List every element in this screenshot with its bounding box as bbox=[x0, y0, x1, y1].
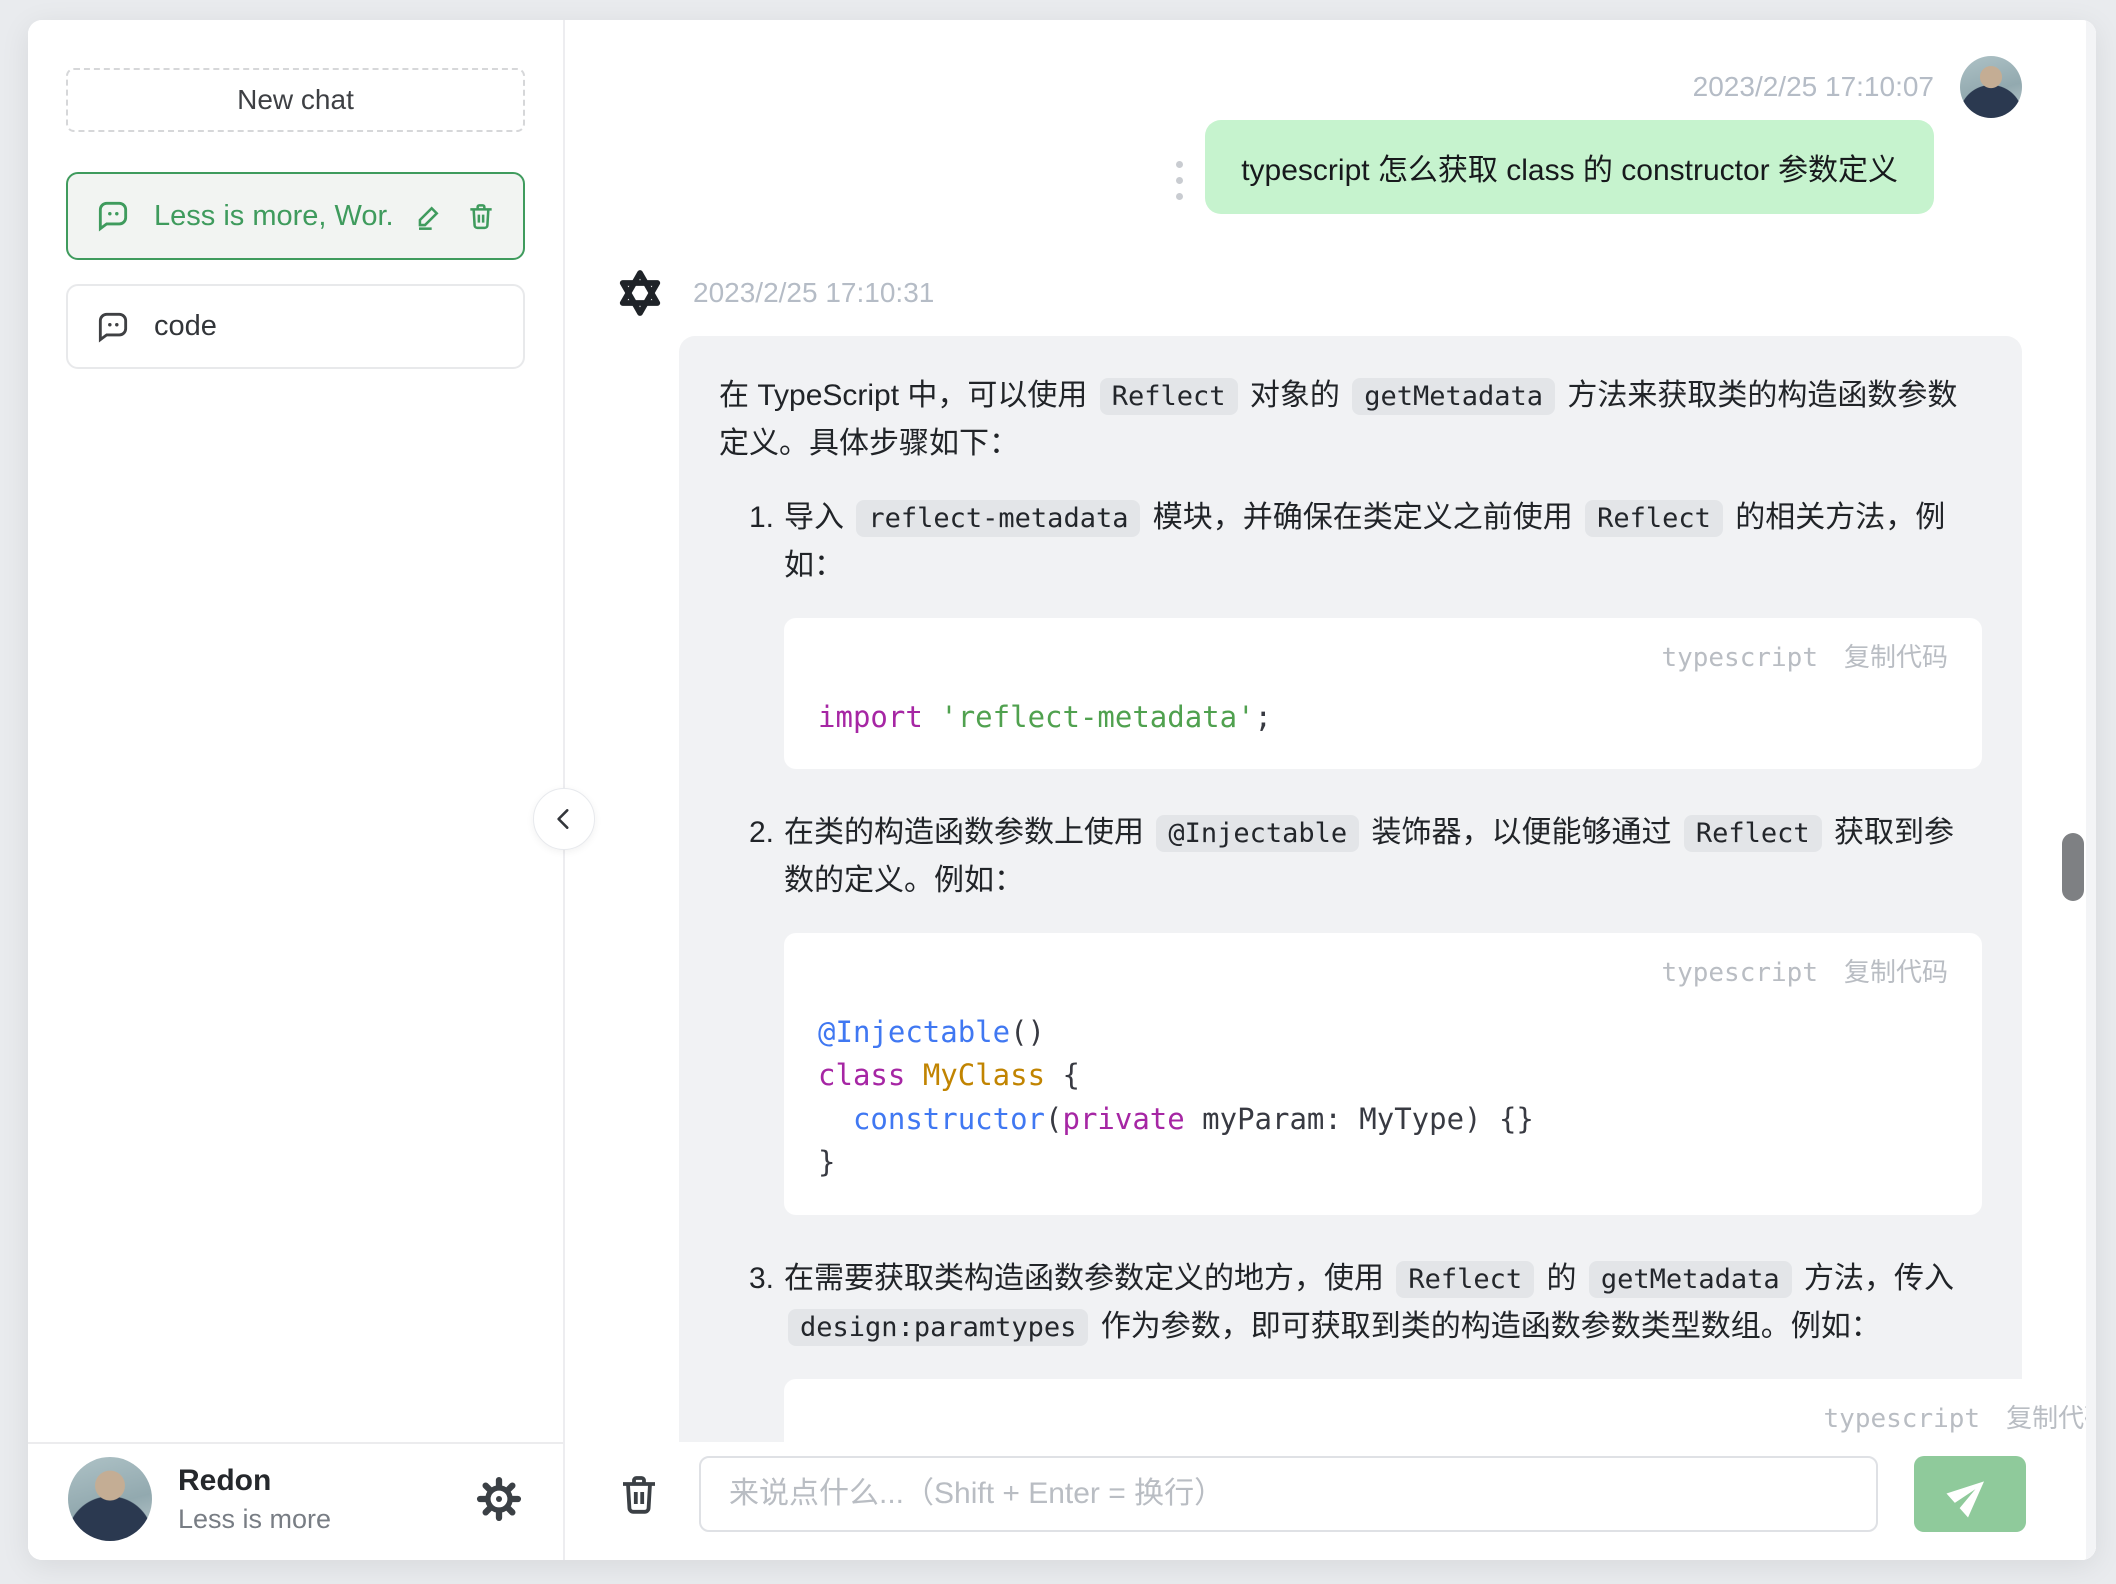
scrollbar-thumb[interactable] bbox=[2062, 833, 2084, 901]
code-block-header: typescript 复制代码 bbox=[818, 1399, 2096, 1441]
message-timestamp: 2023/2/25 17:10:31 bbox=[693, 277, 934, 309]
copy-code-button[interactable]: 复制代码 bbox=[1844, 638, 1948, 680]
chevron-left-icon bbox=[551, 806, 577, 832]
list-item-body: 导入 reflect-metadata 模块，并确保在类定义之前使用 Refle… bbox=[784, 494, 1982, 783]
user-avatar bbox=[68, 1457, 152, 1541]
scrollbar-track[interactable] bbox=[2086, 20, 2096, 1560]
app-window: New chat Less is more, Wor... bbox=[28, 20, 2096, 1560]
user-message: 2023/2/25 17:10:07 typescript 怎么获取 class… bbox=[609, 56, 2022, 214]
composer-bar bbox=[565, 1442, 2096, 1560]
text-segment: 在需要获取类构造函数参数定义的地方，使用 bbox=[784, 1262, 1392, 1295]
rich-text: 在需要获取类构造函数参数定义的地方，使用 Reflect 的 getMetada… bbox=[784, 1255, 2096, 1351]
chat-title: code bbox=[154, 310, 497, 343]
code-content: @Injectable()class MyClass { constructor… bbox=[818, 1011, 1948, 1185]
inline-code: @Injectable bbox=[1156, 815, 1359, 852]
inline-code: Reflect bbox=[1684, 815, 1822, 852]
list-item-body: 在类的构造函数参数上使用 @Injectable 装饰器，以便能够通过 Refl… bbox=[784, 809, 1982, 1229]
text-segment: 模块，并确保在类定义之前使用 bbox=[1144, 501, 1581, 534]
collapse-sidebar-button[interactable] bbox=[533, 788, 595, 850]
code-line: class MyClass { bbox=[818, 1054, 1948, 1098]
copy-code-button[interactable]: 复制代码 bbox=[2006, 1399, 2096, 1441]
text-segment: 对象的 bbox=[1242, 379, 1349, 412]
rich-text: 在 TypeScript 中，可以使用 Reflect 对象的 getMetad… bbox=[719, 372, 1982, 468]
chat-panel: 2023/2/25 17:10:07 typescript 怎么获取 class… bbox=[565, 20, 2096, 1560]
code-line: @Injectable() bbox=[818, 1011, 1948, 1055]
sidebar-item-chat-1[interactable]: Less is more, Wor... bbox=[66, 172, 525, 260]
code-line: } bbox=[818, 1141, 1948, 1185]
rich-text: 导入 reflect-metadata 模块，并确保在类定义之前使用 Refle… bbox=[784, 494, 1982, 590]
settings-button[interactable] bbox=[475, 1475, 523, 1523]
gear-icon bbox=[475, 1475, 523, 1523]
code-block-header: typescript 复制代码 bbox=[818, 638, 1948, 680]
list-item: 1.导入 reflect-metadata 模块，并确保在类定义之前使用 Ref… bbox=[749, 494, 1982, 783]
list-item: 2.在类的构造函数参数上使用 @Injectable 装饰器，以便能够通过 Re… bbox=[749, 809, 1982, 1229]
inline-code: Reflect bbox=[1585, 500, 1723, 537]
text-segment: 作为参数，即可获取到类的构造函数参数类型数组。例如： bbox=[1092, 1310, 1880, 1343]
code-line: constructor(private myParam: MyType) {} bbox=[818, 1098, 1948, 1142]
code-language-label: typescript bbox=[1824, 1399, 1981, 1441]
trash-icon bbox=[615, 1470, 663, 1518]
chat-bubble-icon bbox=[94, 197, 132, 235]
inline-code: design:paramtypes bbox=[788, 1309, 1088, 1346]
code-language-label: typescript bbox=[1661, 953, 1818, 995]
list-item-number: 1. bbox=[749, 494, 774, 783]
assistant-message-bubble: 在 TypeScript 中，可以使用 Reflect 对象的 getMetad… bbox=[679, 336, 2022, 1560]
sidebar-user-panel: Redon Less is more bbox=[28, 1442, 563, 1560]
rich-text: 在类的构造函数参数上使用 @Injectable 装饰器，以便能够通过 Refl… bbox=[784, 809, 1982, 905]
new-chat-button[interactable]: New chat bbox=[66, 68, 525, 132]
user-avatar bbox=[1960, 56, 2022, 118]
inline-code: Reflect bbox=[1396, 1261, 1534, 1298]
code-language-label: typescript bbox=[1661, 638, 1818, 680]
code-line: import 'reflect-metadata'; bbox=[818, 696, 1948, 740]
user-subtitle: Less is more bbox=[178, 1504, 331, 1535]
message-menu-button[interactable] bbox=[1176, 161, 1183, 200]
clear-chat-button[interactable] bbox=[615, 1470, 663, 1518]
send-button[interactable] bbox=[1914, 1456, 2026, 1532]
text-segment: 在 TypeScript 中，可以使用 bbox=[719, 379, 1096, 412]
delete-chat-icon[interactable] bbox=[465, 200, 497, 232]
assistant-message: 2023/2/25 17:10:31 在 TypeScript 中，可以使用 R… bbox=[609, 262, 2022, 1560]
inline-code: reflect-metadata bbox=[856, 500, 1140, 537]
code-block-header: typescript 复制代码 bbox=[818, 953, 1948, 995]
text-segment: 导入 bbox=[784, 501, 852, 534]
sidebar: New chat Less is more, Wor... bbox=[28, 20, 565, 1560]
inline-code: Reflect bbox=[1100, 378, 1238, 415]
code-block: typescript 复制代码 @Injectable()class MyClass… bbox=[784, 933, 1982, 1215]
code-block: typescript 复制代码 import 'reflect-metadata'; bbox=[784, 618, 1982, 769]
text-segment: 方法，传入 bbox=[1796, 1262, 1954, 1295]
list-item-number: 2. bbox=[749, 809, 774, 1229]
inline-code: getMetadata bbox=[1589, 1261, 1792, 1298]
message-input[interactable] bbox=[699, 1456, 1878, 1532]
edit-chat-icon[interactable] bbox=[413, 200, 445, 232]
user-message-bubble: typescript 怎么获取 class 的 constructor 参数定义 bbox=[1205, 120, 1934, 214]
inline-code: getMetadata bbox=[1352, 378, 1555, 415]
text-segment: 装饰器，以便能够通过 bbox=[1363, 816, 1680, 849]
message-timestamp: 2023/2/25 17:10:07 bbox=[1693, 71, 1934, 103]
text-segment: 在类的构造函数参数上使用 bbox=[784, 816, 1152, 849]
paper-plane-icon bbox=[1940, 1464, 1999, 1523]
paragraph: 在 TypeScript 中，可以使用 Reflect 对象的 getMetad… bbox=[719, 372, 1982, 468]
text-segment: 的 bbox=[1538, 1262, 1585, 1295]
code-content: import 'reflect-metadata'; bbox=[818, 696, 1948, 740]
sidebar-item-chat-2[interactable]: code bbox=[66, 284, 525, 369]
copy-code-button[interactable]: 复制代码 bbox=[1844, 953, 1948, 995]
chat-bubble-icon bbox=[94, 308, 132, 346]
openai-logo-icon bbox=[609, 262, 671, 324]
message-list: 2023/2/25 17:10:07 typescript 怎么获取 class… bbox=[565, 20, 2096, 1560]
chat-title: Less is more, Wor... bbox=[154, 200, 391, 233]
user-name: Redon bbox=[178, 1464, 331, 1498]
